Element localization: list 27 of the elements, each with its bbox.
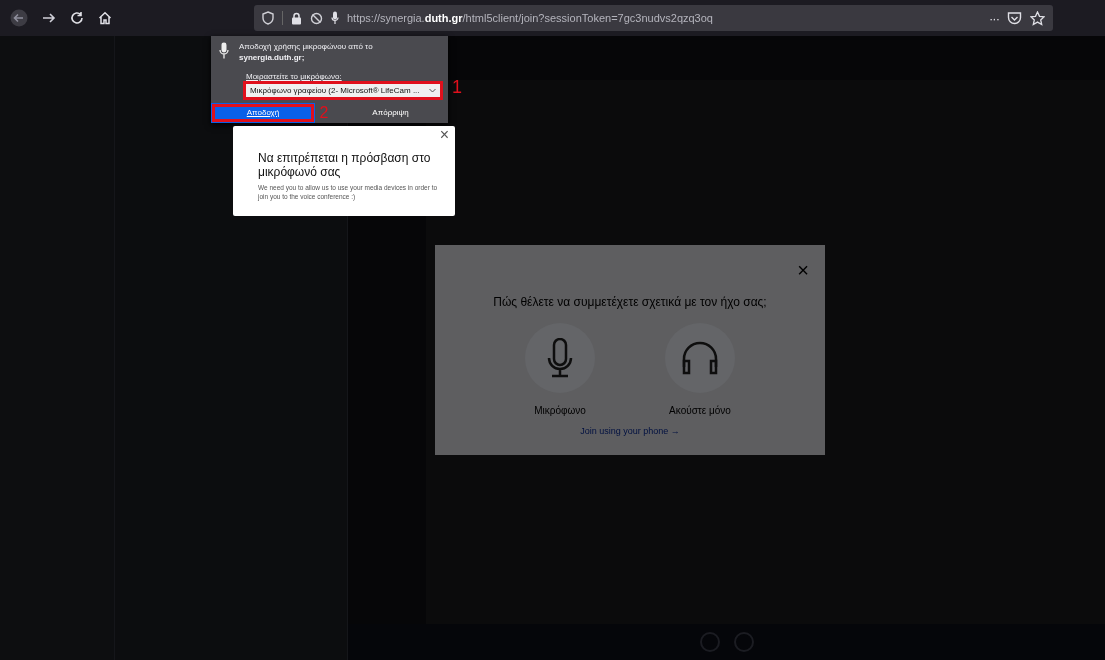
share-label: Μοιραστείτε το μικρόφωνο: <box>246 71 343 81</box>
microphone-icon <box>547 338 573 378</box>
accept-button[interactable]: Αποδοχή <box>211 102 315 123</box>
address-bar[interactable]: https://synergia.duth.gr/html5client/join?sessionToken=7gc3nudvs2qzq3oq ··· <box>254 5 1053 31</box>
notice-title: Να επιτρέπεται η πρόσβαση στο μικρόφωνό σας <box>258 152 432 180</box>
camera-blocked-icon[interactable] <box>310 11 323 25</box>
chevron-down-icon <box>429 87 436 93</box>
permission-question: Αποδοχή χρήσης μικροφώνου από το synergia.duth.gr; <box>239 42 374 64</box>
annotation-number: 1 <box>452 78 462 96</box>
back-icon[interactable] <box>10 9 28 27</box>
decline-button[interactable]: Απόρριψη <box>333 102 448 123</box>
home-icon[interactable] <box>98 11 112 25</box>
reload-icon[interactable] <box>70 11 84 25</box>
close-button[interactable]: × <box>439 126 449 144</box>
page-actions-menu[interactable]: ··· <box>989 10 999 26</box>
audio-question: Πώς θέλετε να συμμετέχετε σχετικά με τον ήχο σας; <box>493 295 767 309</box>
headphones-icon <box>680 341 720 375</box>
lock-icon[interactable] <box>291 11 302 25</box>
bookmark-star-icon[interactable] <box>1030 10 1045 26</box>
annotation-number: 2 <box>318 104 330 121</box>
pocket-icon[interactable] <box>1007 11 1022 25</box>
device-dropdown[interactable]: Μικρόφωνο γραφείου (2- Microsoft® LifeCam ... <box>246 83 440 97</box>
microphone-icon <box>219 42 229 59</box>
forward-icon[interactable] <box>42 11 56 25</box>
microphone-icon[interactable] <box>331 11 339 25</box>
shield-icon[interactable] <box>262 11 274 25</box>
url-text: https://synergia.duth.gr/html5client/join?sessionToken=7gc3nudvs2qzq3oq <box>347 12 713 24</box>
